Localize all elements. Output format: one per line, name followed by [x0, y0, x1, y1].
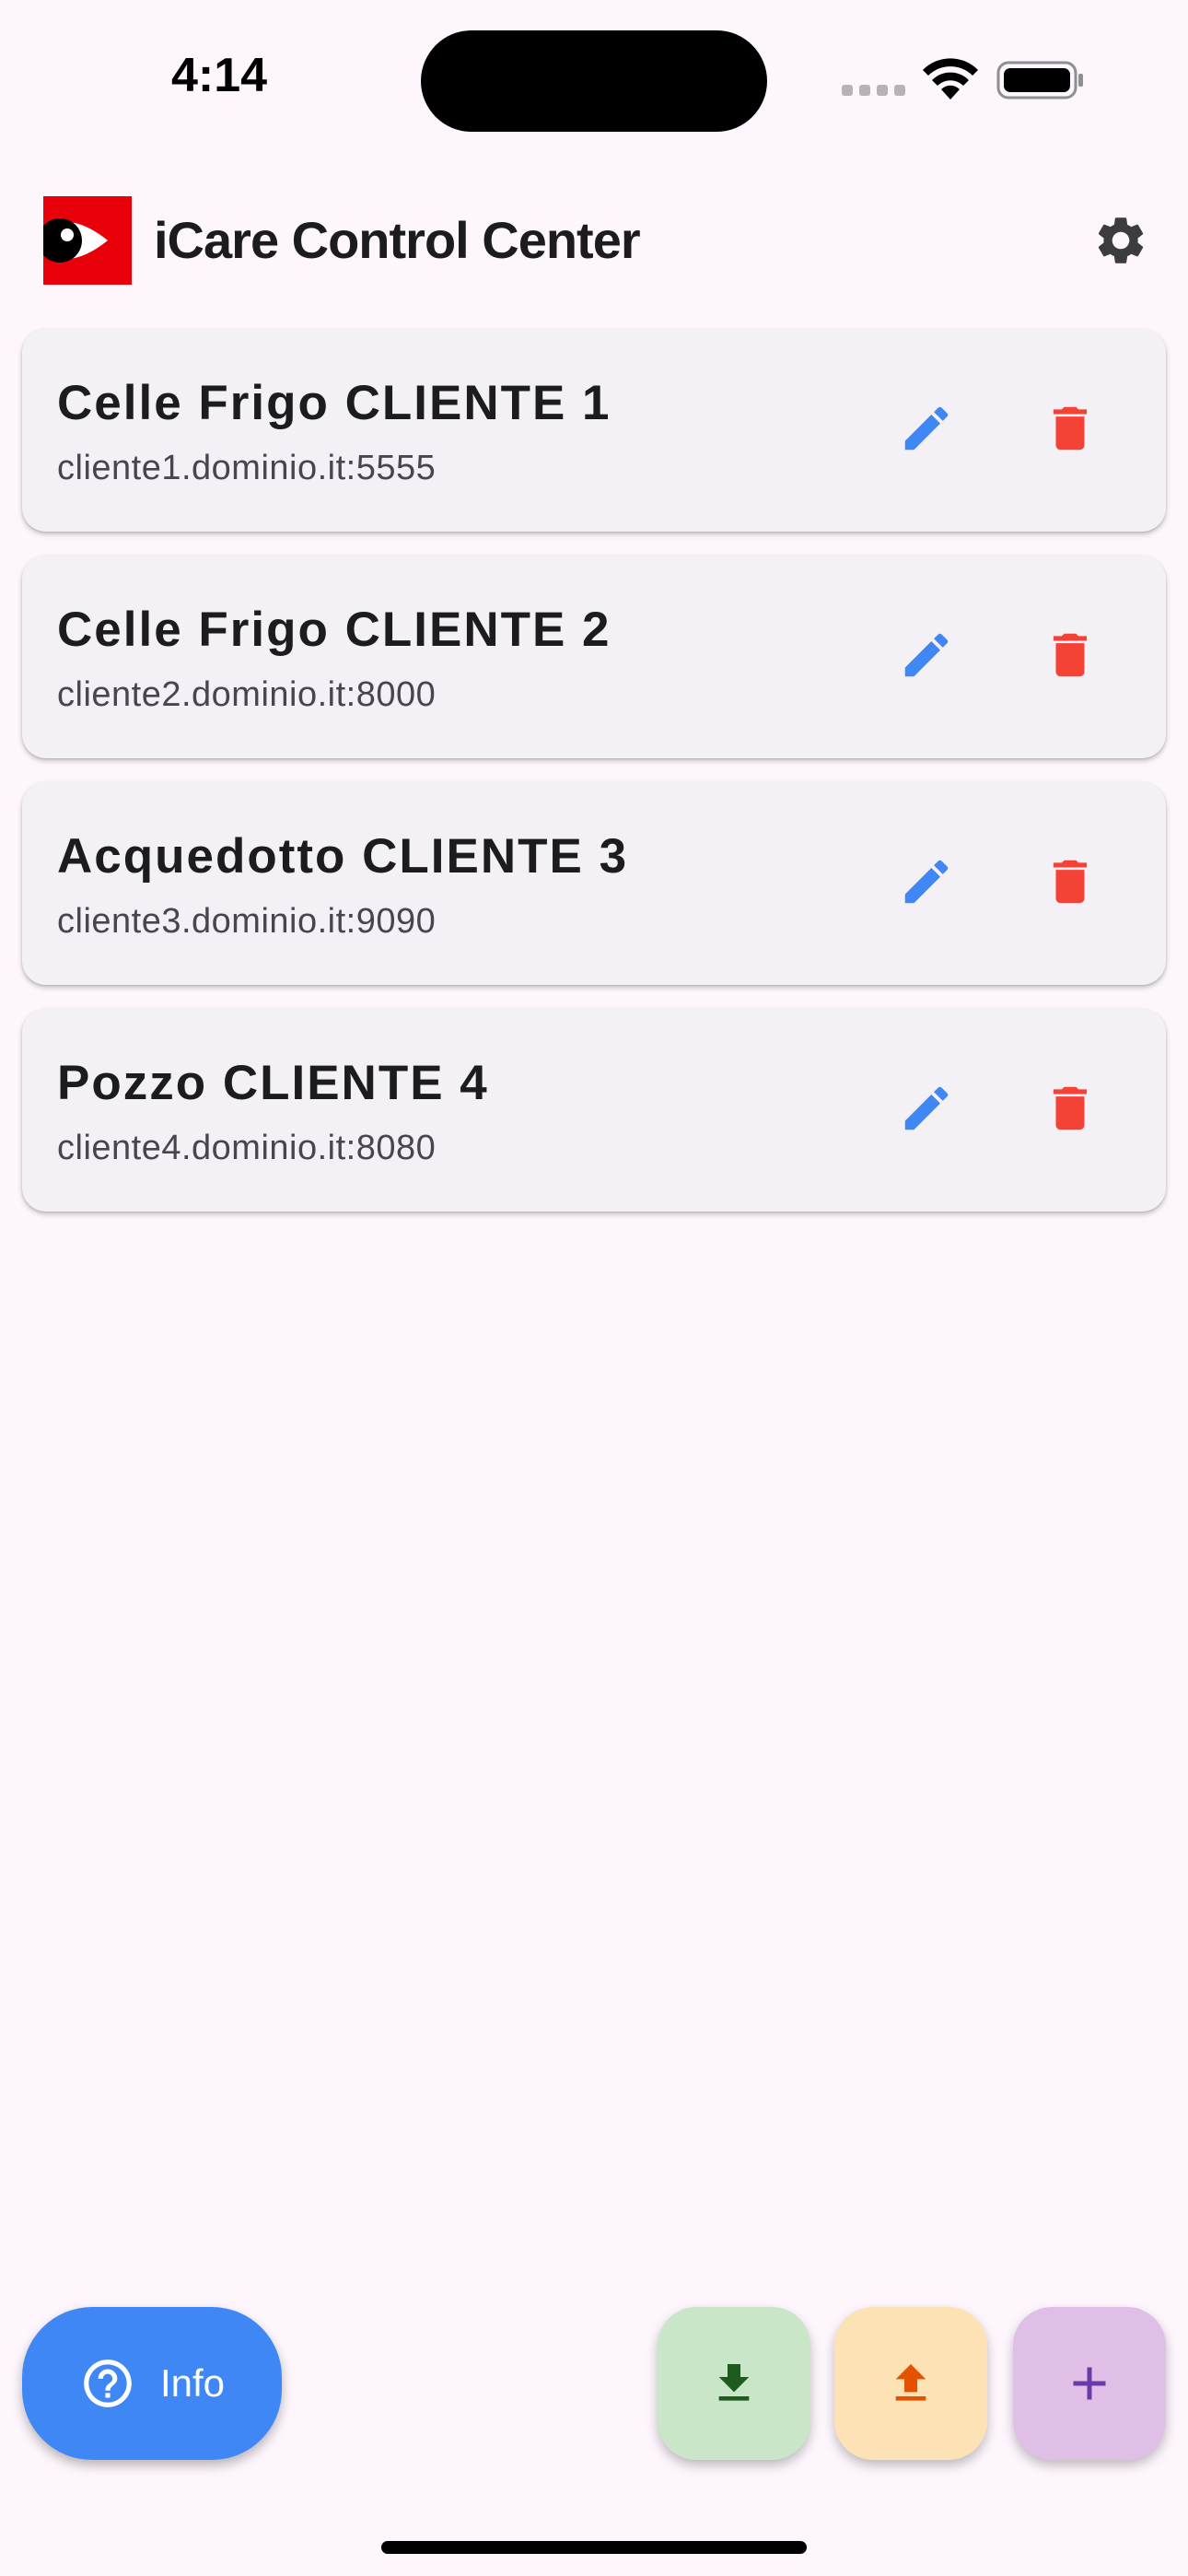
delete-button[interactable]	[1031, 1070, 1109, 1147]
pencil-icon	[904, 633, 949, 677]
upload-icon	[895, 2364, 926, 2401]
edit-button[interactable]	[888, 390, 965, 467]
server-address: cliente2.dominio.it:8000	[57, 675, 437, 714]
server-name: Acquedotto CLIENTE 3	[57, 829, 629, 884]
trash-icon	[1053, 860, 1088, 904]
battery-icon	[996, 61, 1083, 100]
server-card[interactable]: Celle Frigo CLIENTE 2 cliente2.dominio.i…	[22, 556, 1166, 758]
status-time: 4:14	[171, 49, 268, 102]
delete-button[interactable]	[1031, 616, 1109, 694]
server-card[interactable]: Celle Frigo CLIENTE 1 cliente1.dominio.i…	[22, 329, 1166, 532]
edit-button[interactable]	[888, 616, 965, 694]
settings-button[interactable]	[1089, 208, 1153, 273]
delete-button[interactable]	[1031, 843, 1109, 920]
app-title: iCare Control Center	[154, 211, 641, 269]
delete-button[interactable]	[1031, 390, 1109, 467]
dynamic-island	[421, 30, 767, 132]
server-card[interactable]: Pozzo CLIENTE 4 cliente4.dominio.it:8080	[22, 1009, 1166, 1212]
app-bar: iCare Control Center	[0, 184, 1188, 304]
server-address: cliente3.dominio.it:9090	[57, 902, 437, 941]
server-address: cliente1.dominio.it:5555	[57, 449, 437, 487]
upload-button[interactable]	[834, 2307, 987, 2460]
help-circle-icon	[84, 2359, 132, 2407]
server-name: Celle Frigo CLIENTE 2	[57, 603, 611, 657]
edit-button[interactable]	[888, 1070, 965, 1147]
trash-icon	[1053, 406, 1088, 451]
pencil-icon	[904, 1086, 949, 1130]
icare-eye-logo-icon	[43, 196, 132, 285]
trash-icon	[1053, 633, 1088, 677]
status-bar: 4:14	[0, 0, 1188, 166]
server-list: Celle Frigo CLIENTE 1 cliente1.dominio.i…	[22, 329, 1166, 1235]
pencil-icon	[904, 860, 949, 904]
pencil-icon	[904, 406, 949, 451]
server-name: Celle Frigo CLIENTE 1	[57, 376, 611, 430]
wifi-icon	[923, 58, 978, 100]
add-server-button[interactable]	[1013, 2307, 1166, 2460]
info-label: Info	[159, 2361, 226, 2405]
server-name: Pozzo CLIENTE 4	[57, 1056, 489, 1110]
gear-icon	[1098, 217, 1144, 263]
download-icon	[718, 2364, 750, 2401]
server-card[interactable]: Acquedotto CLIENTE 3 cliente3.dominio.it…	[22, 782, 1166, 985]
cellular-signal-icon	[842, 85, 905, 96]
info-button[interactable]: Info	[22, 2307, 282, 2460]
plus-icon	[1073, 2367, 1106, 2400]
edit-button[interactable]	[888, 843, 965, 920]
server-address: cliente4.dominio.it:8080	[57, 1129, 437, 1167]
download-button[interactable]	[658, 2307, 810, 2460]
trash-icon	[1053, 1086, 1088, 1130]
home-indicator[interactable]	[381, 2541, 807, 2554]
